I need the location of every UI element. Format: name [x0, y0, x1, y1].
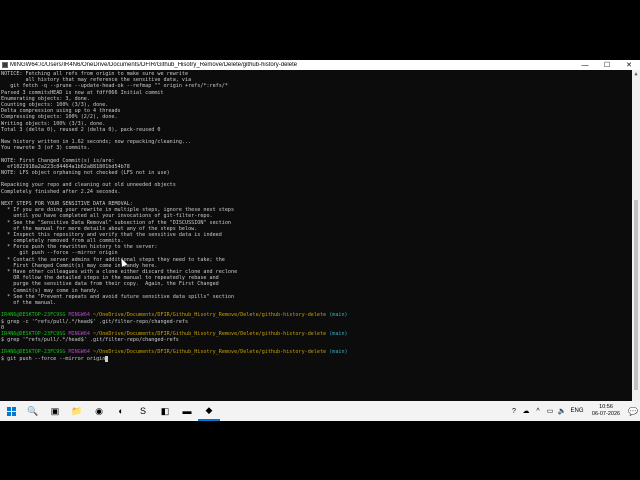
current-command-line[interactable]: $ git push --force --mirror origin	[1, 355, 631, 362]
system-tray: ? ☁ ^ ▭ 🔈 ENG 10:56 06-07-2026 💬	[508, 401, 640, 421]
language-indicator[interactable]: ENG	[568, 408, 586, 414]
notification-icon[interactable]: 💬	[626, 407, 640, 416]
clock[interactable]: 10:56 06-07-2026	[586, 404, 626, 418]
prompt-path: ~/OneDrive/Documents/DFIR/Github_Hisotry…	[93, 330, 327, 337]
prompt-branch: (main)	[329, 330, 348, 337]
minimize-button[interactable]: —	[574, 60, 596, 70]
chevron-up-icon[interactable]: ^	[532, 408, 544, 415]
help-icon[interactable]: ?	[508, 408, 520, 415]
windows-logo-icon	[6, 406, 16, 416]
edge-icon[interactable]: ◐	[110, 401, 132, 421]
terminal-icon[interactable]: ▬	[176, 401, 198, 421]
scroll-up-icon[interactable]: ▲	[632, 70, 640, 78]
prompt-shell: MINGW64	[68, 349, 90, 356]
task-view-icon[interactable]: ▣	[44, 401, 66, 421]
search-icon[interactable]: 🔍	[22, 401, 44, 421]
chrome-icon[interactable]: ◉	[88, 401, 110, 421]
prompt-branch: (main)	[329, 349, 348, 356]
window-title: MINGW64:/c/Users/IR4N6/OneDrive/Document…	[10, 62, 298, 68]
close-button[interactable]: ✕	[618, 60, 640, 70]
prompt-path: ~/OneDrive/Documents/DFIR/Github_Hisotry…	[93, 312, 327, 319]
network-icon[interactable]: ▭	[544, 407, 556, 415]
prompt-path: ~/OneDrive/Documents/DFIR/Github_Hisotry…	[93, 349, 327, 356]
screen-border-bottom	[0, 421, 640, 480]
prompt-user-host: IR4N6@DESKTOP-23FC9SG	[1, 330, 66, 337]
scrollbar-thumb[interactable]	[634, 200, 638, 390]
skype-icon[interactable]: S	[132, 401, 154, 421]
text-cursor	[105, 355, 109, 362]
title-bar[interactable]: MINGW64:/c/Users/IR4N6/OneDrive/Document…	[0, 60, 640, 70]
maximize-button[interactable]: ☐	[596, 60, 618, 70]
git-bash-icon[interactable]: ◆	[198, 401, 220, 421]
prompt-user-host: IR4N6@DESKTOP-23FC9SG	[1, 349, 66, 356]
git-bash-app-icon	[2, 62, 8, 68]
scrollbar[interactable]: ▲	[632, 70, 640, 401]
office-icon[interactable]: ◧	[154, 401, 176, 421]
start-button[interactable]	[0, 401, 22, 421]
taskbar: 🔍 ▣ 📁 ◉ ◐ S ◧ ▬ ◆ ? ☁ ^ ▭ 🔈 ENG 10:56 06-07-2026…	[0, 401, 640, 421]
onedrive-cloud-icon[interactable]: ☁	[520, 407, 532, 415]
file-explorer-icon[interactable]: 📁	[66, 401, 88, 421]
current-command: $ git push --force --mirror origin	[1, 355, 106, 362]
clock-date: 06-07-2026	[591, 411, 621, 417]
clock-time: 10:56	[599, 404, 613, 410]
prompt-shell: MINGW64	[68, 330, 90, 337]
terminal-output[interactable]: NOTICE: Fetching all refs from origin to…	[1, 71, 631, 401]
prompt-shell: MINGW64	[68, 312, 90, 319]
volume-icon[interactable]: 🔈	[556, 407, 568, 415]
terminal-window[interactable]: MINGW64:/c/Users/IR4N6/OneDrive/Document…	[0, 60, 640, 401]
prompt-branch: (main)	[329, 312, 348, 319]
prompt-user-host: IR4N6@DESKTOP-23FC9SG	[1, 312, 66, 319]
